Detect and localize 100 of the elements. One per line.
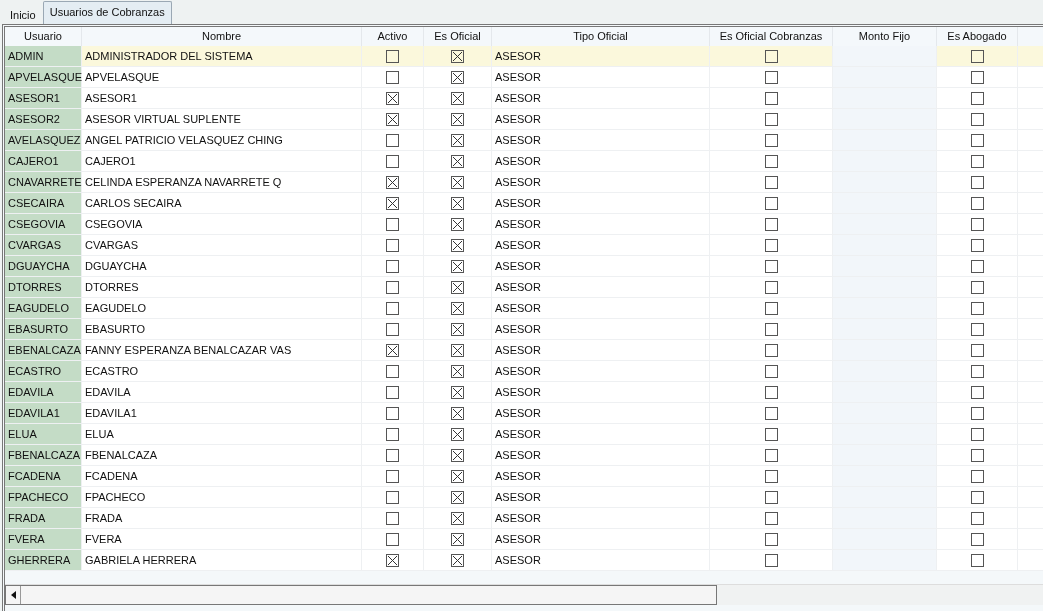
checkbox[interactable] [386, 301, 399, 315]
checkbox[interactable] [451, 70, 464, 84]
table-row[interactable]: CAJERO1 CAJERO1 ASESOR [5, 151, 1043, 172]
checkbox[interactable] [451, 469, 464, 483]
checkbox[interactable] [386, 469, 399, 483]
table-row[interactable]: EDAVILA EDAVILA ASESOR [5, 382, 1043, 403]
checkbox[interactable] [970, 175, 984, 189]
tab[interactable]: Inicio [3, 5, 43, 24]
checkbox[interactable] [764, 385, 778, 399]
checkbox[interactable] [386, 343, 399, 357]
table-row[interactable]: ASESOR1 ASESOR1 ASESOR [5, 88, 1043, 109]
checkbox[interactable] [386, 70, 399, 84]
table-row[interactable]: CNAVARRETE CELINDA ESPERANZA NAVARRETE Q ASESOR [5, 172, 1043, 193]
checkbox[interactable] [764, 133, 778, 147]
checkbox[interactable] [764, 511, 778, 525]
table-row[interactable]: FRADA FRADA ASESOR [5, 508, 1043, 529]
checkbox[interactable] [970, 301, 984, 315]
checkbox[interactable] [386, 112, 399, 126]
checkbox[interactable] [970, 280, 984, 294]
checkbox[interactable] [451, 112, 464, 126]
checkbox[interactable] [764, 259, 778, 273]
checkbox[interactable] [386, 448, 399, 462]
checkbox[interactable] [970, 238, 984, 252]
checkbox[interactable] [386, 238, 399, 252]
checkbox[interactable] [386, 490, 399, 504]
checkbox[interactable] [451, 427, 464, 441]
checkbox[interactable] [386, 133, 399, 147]
checkbox[interactable] [764, 112, 778, 126]
checkbox[interactable] [764, 364, 778, 378]
checkbox[interactable] [451, 196, 464, 210]
checkbox[interactable] [764, 532, 778, 546]
checkbox[interactable] [970, 469, 984, 483]
checkbox[interactable] [764, 322, 778, 336]
checkbox[interactable] [451, 364, 464, 378]
table-row[interactable]: EBENALCAZA FANNY ESPERANZA BENALCAZAR VAS ASESOR [5, 340, 1043, 361]
checkbox[interactable] [764, 448, 778, 462]
table-row[interactable]: AVELASQUEZ ANGEL PATRICIO VELASQUEZ CHING ASESOR [5, 130, 1043, 151]
checkbox[interactable] [764, 280, 778, 294]
checkbox[interactable] [970, 532, 984, 546]
checkbox[interactable] [386, 217, 399, 231]
table-row[interactable]: CVARGAS CVARGAS ASESOR [5, 235, 1043, 256]
checkbox[interactable] [970, 196, 984, 210]
checkbox[interactable] [764, 553, 778, 567]
checkbox[interactable] [970, 91, 984, 105]
table-row[interactable]: GHERRERA GABRIELA HERRERA ASESOR [5, 550, 1043, 571]
checkbox[interactable] [451, 343, 464, 357]
checkbox[interactable] [764, 238, 778, 252]
checkbox[interactable] [451, 385, 464, 399]
checkbox[interactable] [970, 343, 984, 357]
checkbox[interactable] [386, 91, 399, 105]
tab[interactable]: Usuarios de Cobranzas [42, 1, 172, 24]
checkbox[interactable] [764, 469, 778, 483]
table-row[interactable]: EAGUDELO EAGUDELO ASESOR [5, 298, 1043, 319]
checkbox[interactable] [970, 553, 984, 567]
checkbox[interactable] [451, 322, 464, 336]
checkbox[interactable] [386, 511, 399, 525]
checkbox[interactable] [970, 364, 984, 378]
table-row[interactable]: FVERA FVERA ASESOR [5, 529, 1043, 550]
checkbox[interactable] [386, 427, 399, 441]
checkbox[interactable] [764, 91, 778, 105]
checkbox[interactable] [970, 112, 984, 126]
checkbox[interactable] [764, 196, 778, 210]
checkbox[interactable] [386, 406, 399, 420]
checkbox[interactable] [764, 406, 778, 420]
checkbox[interactable] [764, 70, 778, 84]
checkbox[interactable] [970, 49, 984, 63]
table-row[interactable]: FCADENA FCADENA ASESOR [5, 466, 1043, 487]
checkbox[interactable] [764, 343, 778, 357]
checkbox[interactable] [970, 133, 984, 147]
checkbox[interactable] [386, 154, 399, 168]
checkbox[interactable] [970, 70, 984, 84]
checkbox[interactable] [970, 154, 984, 168]
checkbox[interactable] [970, 427, 984, 441]
checkbox[interactable] [764, 301, 778, 315]
table-row[interactable]: DGUAYCHA DGUAYCHA ASESOR [5, 256, 1043, 277]
table-row[interactable]: ASESOR2 ASESOR VIRTUAL SUPLENTE ASESOR [5, 109, 1043, 130]
table-row[interactable]: DTORRES DTORRES ASESOR [5, 277, 1043, 298]
checkbox[interactable] [764, 175, 778, 189]
checkbox[interactable] [451, 154, 464, 168]
table-row[interactable]: ELUA ELUA ASESOR [5, 424, 1043, 445]
checkbox[interactable] [764, 154, 778, 168]
table-row[interactable]: APVELASQUE APVELASQUE ASESOR [5, 67, 1043, 88]
checkbox[interactable] [451, 532, 464, 546]
checkbox[interactable] [451, 490, 464, 504]
table-row[interactable]: ECASTRO ECASTRO ASESOR [5, 361, 1043, 382]
checkbox[interactable] [451, 217, 464, 231]
checkbox[interactable] [970, 217, 984, 231]
checkbox[interactable] [451, 238, 464, 252]
checkbox[interactable] [970, 490, 984, 504]
checkbox[interactable] [386, 49, 399, 63]
checkbox[interactable] [764, 490, 778, 504]
checkbox[interactable] [764, 217, 778, 231]
checkbox[interactable] [451, 511, 464, 525]
checkbox[interactable] [764, 427, 778, 441]
table-row[interactable]: CSECAIRA CARLOS SECAIRA ASESOR [5, 193, 1043, 214]
checkbox[interactable] [451, 301, 464, 315]
checkbox[interactable] [386, 196, 399, 210]
checkbox[interactable] [764, 49, 778, 63]
checkbox[interactable] [970, 385, 984, 399]
checkbox[interactable] [386, 175, 399, 189]
